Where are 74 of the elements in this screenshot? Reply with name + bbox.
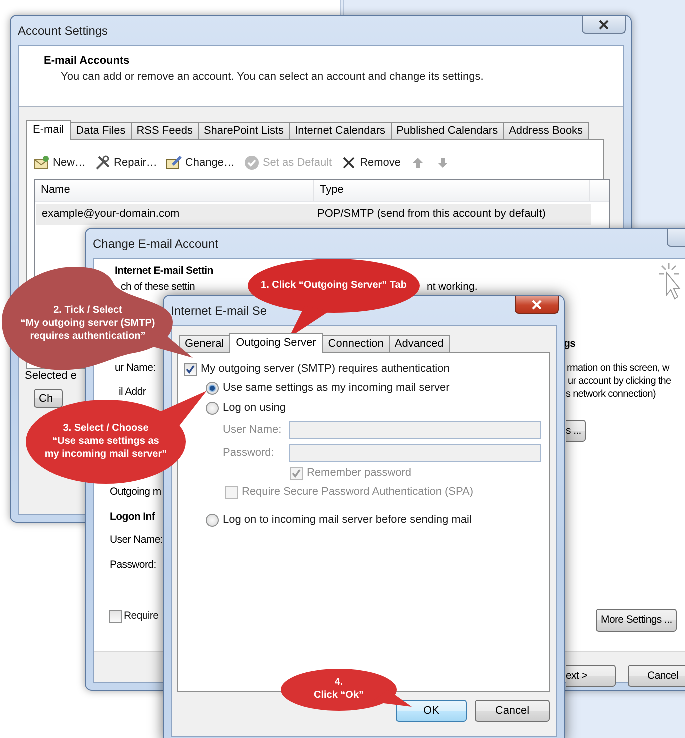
section-heading: gs: [564, 338, 576, 351]
close-button[interactable]: [582, 16, 626, 34]
cancel-button[interactable]: Cancel: [475, 700, 550, 722]
section-heading: E-mail Accounts: [44, 54, 131, 69]
field-label: Outgoing m: [110, 486, 162, 499]
radio-button[interactable]: [206, 514, 219, 526]
table-row[interactable]: example@your-domain.com POP/SMTP (send from this account by default): [36, 204, 591, 225]
window-title: Account Settings: [18, 24, 108, 38]
info-text: ur account by clicking the: [568, 375, 672, 388]
more-settings-button[interactable]: More Settings ...: [596, 609, 678, 632]
cut-off-button[interactable]: Ch: [34, 389, 63, 408]
tab[interactable]: SharePoint Lists: [198, 122, 290, 139]
toolbar-button[interactable]: Remove: [341, 153, 404, 173]
toolbar-button[interactable]: Change…: [166, 153, 238, 173]
tab[interactable]: General: [179, 335, 230, 352]
column-header[interactable]: Name: [35, 180, 314, 201]
cursor-sparkle-icon: [656, 261, 682, 301]
tab[interactable]: RSS Feeds: [130, 122, 199, 139]
callout-text: 2. Tick / Select “My outgoing server (SMTP) requires authentication”: [20, 304, 156, 342]
check-circle-icon: [244, 155, 260, 171]
radio-label: Log on to incoming mail server before sending mail: [223, 514, 472, 526]
callout-text: 1. Click “Outgoing Server” Tab: [260, 278, 408, 292]
ok-button[interactable]: OK: [396, 700, 467, 722]
next-button[interactable]: ext >: [566, 665, 616, 687]
section-subtitle: nt working.: [427, 281, 478, 294]
cross-icon: [341, 155, 358, 171]
field-label: User Name:: [110, 534, 164, 547]
field-label: il Addr: [119, 386, 146, 399]
selected-label: Selected e: [25, 370, 77, 382]
radio-label: Log on using: [223, 402, 286, 414]
tab[interactable]: Internet Calendars: [289, 122, 392, 139]
tab[interactable]: E-mail: [26, 120, 72, 140]
radio-button[interactable]: [206, 382, 219, 394]
toolbar-button[interactable]: Repair…: [95, 153, 160, 173]
column-header[interactable]: Type: [314, 180, 590, 201]
checkbox[interactable]: [109, 610, 122, 623]
radio-label: Use same settings as my incoming mail server: [223, 382, 450, 394]
radio-button[interactable]: [206, 402, 219, 414]
tab[interactable]: Outgoing Server: [229, 333, 324, 353]
field-label: User Name:: [223, 424, 283, 436]
close-button[interactable]: [515, 296, 559, 314]
window-title: Internet E-mail Se: [171, 304, 268, 318]
section-subtitle: ch of these settin: [121, 281, 195, 294]
test-settings-button[interactable]: s ...: [566, 420, 586, 442]
close-icon: [531, 300, 543, 310]
tab[interactable]: Address Books: [503, 122, 590, 139]
info-text: s network connection): [566, 388, 656, 401]
section-subtitle: You can add or remove an account. You can select an account and change its settings.: [61, 70, 485, 85]
envelope-icon: [34, 155, 50, 171]
checkbox-label: Require: [124, 610, 159, 623]
toolbar-button[interactable]: New…: [34, 153, 90, 173]
table-cell-text: example@your-domain.com: [41, 207, 181, 222]
section-heading: Internet E-mail Settin: [115, 265, 214, 278]
tools-icon: [95, 155, 112, 171]
card-edit-icon: [166, 155, 182, 171]
checkbox-label: Remember password: [307, 467, 412, 479]
callout-text: 3. Select / Choose “Use same settings as my incoming mail server”: [44, 422, 168, 460]
callout-text: 4. Click “Ok”: [312, 676, 366, 702]
field-label: Password:: [223, 447, 276, 459]
cancel-button[interactable]: Cancel: [628, 665, 685, 687]
tab[interactable]: Connection: [322, 335, 390, 352]
field-label: ur Name:: [115, 362, 156, 375]
info-text: rmation on this screen, w: [567, 362, 670, 375]
close-icon: [598, 20, 610, 30]
checkbox[interactable]: [184, 362, 197, 376]
window-title: Change E-mail Account: [93, 236, 218, 250]
tab[interactable]: Published Calendars: [390, 122, 504, 139]
table-cell-text: POP/SMTP (send from this account by default): [316, 207, 547, 222]
section-heading: Logon Inf: [110, 511, 156, 524]
checkbox-label: My outgoing server (SMTP) requires authentication: [201, 363, 450, 375]
tab[interactable]: Advanced: [388, 335, 450, 352]
checkbox-label: Require Secure Password Authentication (SPA): [242, 486, 474, 498]
field-label: Password:: [110, 559, 156, 572]
tab[interactable]: Data Files: [70, 122, 132, 139]
